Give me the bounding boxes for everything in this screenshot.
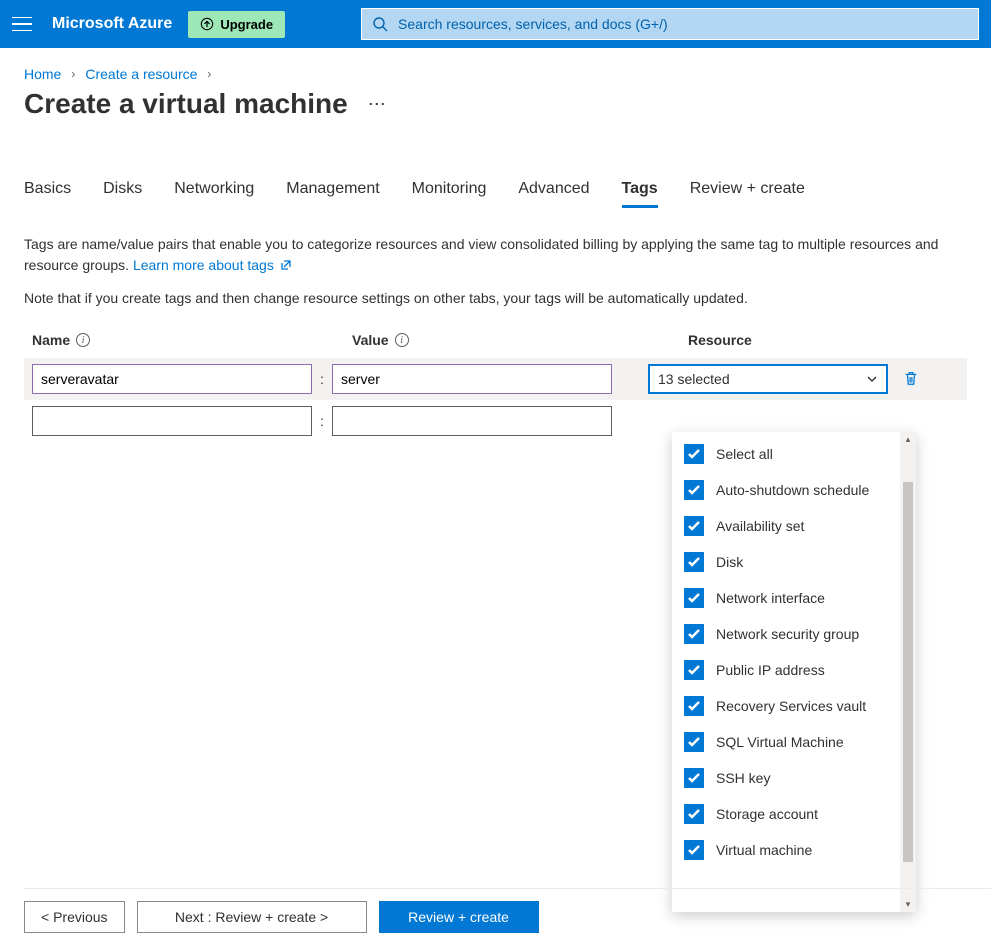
tab-networking[interactable]: Networking xyxy=(174,174,254,208)
brand-label[interactable]: Microsoft Azure xyxy=(52,15,172,33)
colon-separator: : xyxy=(312,371,332,387)
tab-basics[interactable]: Basics xyxy=(24,174,71,208)
next-button[interactable]: Next : Review + create > xyxy=(137,901,367,933)
checkbox-checked-icon xyxy=(684,588,704,608)
dropdown-item[interactable]: Storage account xyxy=(672,796,900,832)
page-title: Create a virtual machine xyxy=(24,88,348,120)
tab-monitoring[interactable]: Monitoring xyxy=(412,174,487,208)
footer-divider xyxy=(24,888,991,889)
breadcrumb: Home › Create a resource › xyxy=(24,66,967,82)
tab-bar: Basics Disks Networking Management Monit… xyxy=(24,174,967,208)
checkbox-checked-icon xyxy=(684,804,704,824)
col-resource-header: Resource xyxy=(688,332,752,348)
info-icon[interactable]: i xyxy=(395,333,409,347)
top-bar: Microsoft Azure Upgrade xyxy=(0,0,991,48)
dropdown-item[interactable]: Public IP address xyxy=(672,652,900,688)
breadcrumb-home[interactable]: Home xyxy=(24,66,61,82)
tag-row: : 13 selected xyxy=(24,358,967,400)
tab-disks[interactable]: Disks xyxy=(103,174,142,208)
dropdown-item[interactable]: Availability set xyxy=(672,508,900,544)
info-icon[interactable]: i xyxy=(76,333,90,347)
checkbox-checked-icon xyxy=(684,516,704,536)
tag-value-input[interactable] xyxy=(332,406,612,436)
upgrade-label: Upgrade xyxy=(220,17,273,32)
chevron-right-icon: › xyxy=(71,67,75,81)
previous-button[interactable]: < Previous xyxy=(24,901,125,933)
tab-advanced[interactable]: Advanced xyxy=(518,174,589,208)
dropdown-item[interactable]: Network security group xyxy=(672,616,900,652)
tags-note: Note that if you create tags and then ch… xyxy=(24,290,967,306)
search-input[interactable] xyxy=(396,15,968,33)
more-icon[interactable]: ⋯ xyxy=(368,94,386,115)
search-box[interactable] xyxy=(361,8,979,40)
checkbox-checked-icon xyxy=(684,768,704,788)
checkbox-checked-icon xyxy=(684,444,704,464)
dropdown-item[interactable]: Network interface xyxy=(672,580,900,616)
dropdown-list: Select all Auto-shutdown schedule Availa… xyxy=(672,432,900,912)
breadcrumb-create-resource[interactable]: Create a resource xyxy=(85,66,197,82)
dropdown-item[interactable]: Recovery Services vault xyxy=(672,688,900,724)
tags-description: Tags are name/value pairs that enable yo… xyxy=(24,234,967,276)
checkbox-checked-icon xyxy=(684,840,704,860)
scroll-down-icon[interactable]: ▾ xyxy=(906,899,911,910)
tag-name-input[interactable] xyxy=(32,406,312,436)
tag-name-input[interactable] xyxy=(32,364,312,394)
checkbox-checked-icon xyxy=(684,480,704,500)
external-link-icon xyxy=(280,259,292,271)
resource-dropdown[interactable]: 13 selected xyxy=(648,364,888,394)
upgrade-button[interactable]: Upgrade xyxy=(188,11,285,38)
checkbox-checked-icon xyxy=(684,624,704,644)
scroll-thumb[interactable] xyxy=(903,482,913,862)
scrollbar[interactable]: ▴ ▾ xyxy=(900,432,916,912)
learn-more-link[interactable]: Learn more about tags xyxy=(133,257,292,273)
chevron-down-icon xyxy=(866,373,878,385)
col-name-header: Name xyxy=(32,332,70,348)
dropdown-item[interactable]: SSH key xyxy=(672,760,900,796)
dropdown-item[interactable]: Auto-shutdown schedule xyxy=(672,472,900,508)
resource-dropdown-label: 13 selected xyxy=(658,371,730,387)
resource-dropdown-panel: Select all Auto-shutdown schedule Availa… xyxy=(672,432,916,912)
checkbox-checked-icon xyxy=(684,552,704,572)
dropdown-item[interactable]: Disk xyxy=(672,544,900,580)
scroll-up-icon[interactable]: ▴ xyxy=(906,434,911,445)
delete-tag-button[interactable] xyxy=(902,369,920,390)
tag-value-input[interactable] xyxy=(332,364,612,394)
search-icon xyxy=(372,16,388,32)
dropdown-item[interactable]: Virtual machine xyxy=(672,832,900,868)
colon-separator: : xyxy=(312,413,332,429)
checkbox-checked-icon xyxy=(684,696,704,716)
tags-table: Namei Valuei Resource : 13 selected : xyxy=(24,332,967,442)
checkbox-checked-icon xyxy=(684,732,704,752)
checkbox-checked-icon xyxy=(684,660,704,680)
dropdown-item-select-all[interactable]: Select all xyxy=(672,436,900,472)
tab-review[interactable]: Review + create xyxy=(690,174,805,208)
menu-icon[interactable] xyxy=(12,12,36,36)
dropdown-item[interactable]: SQL Virtual Machine xyxy=(672,724,900,760)
tab-tags[interactable]: Tags xyxy=(622,174,658,208)
col-value-header: Value xyxy=(352,332,389,348)
footer-actions: < Previous Next : Review + create > Revi… xyxy=(24,901,539,933)
review-create-button[interactable]: Review + create xyxy=(379,901,539,933)
upgrade-icon xyxy=(200,17,214,31)
chevron-right-icon: › xyxy=(207,67,211,81)
tab-management[interactable]: Management xyxy=(286,174,379,208)
